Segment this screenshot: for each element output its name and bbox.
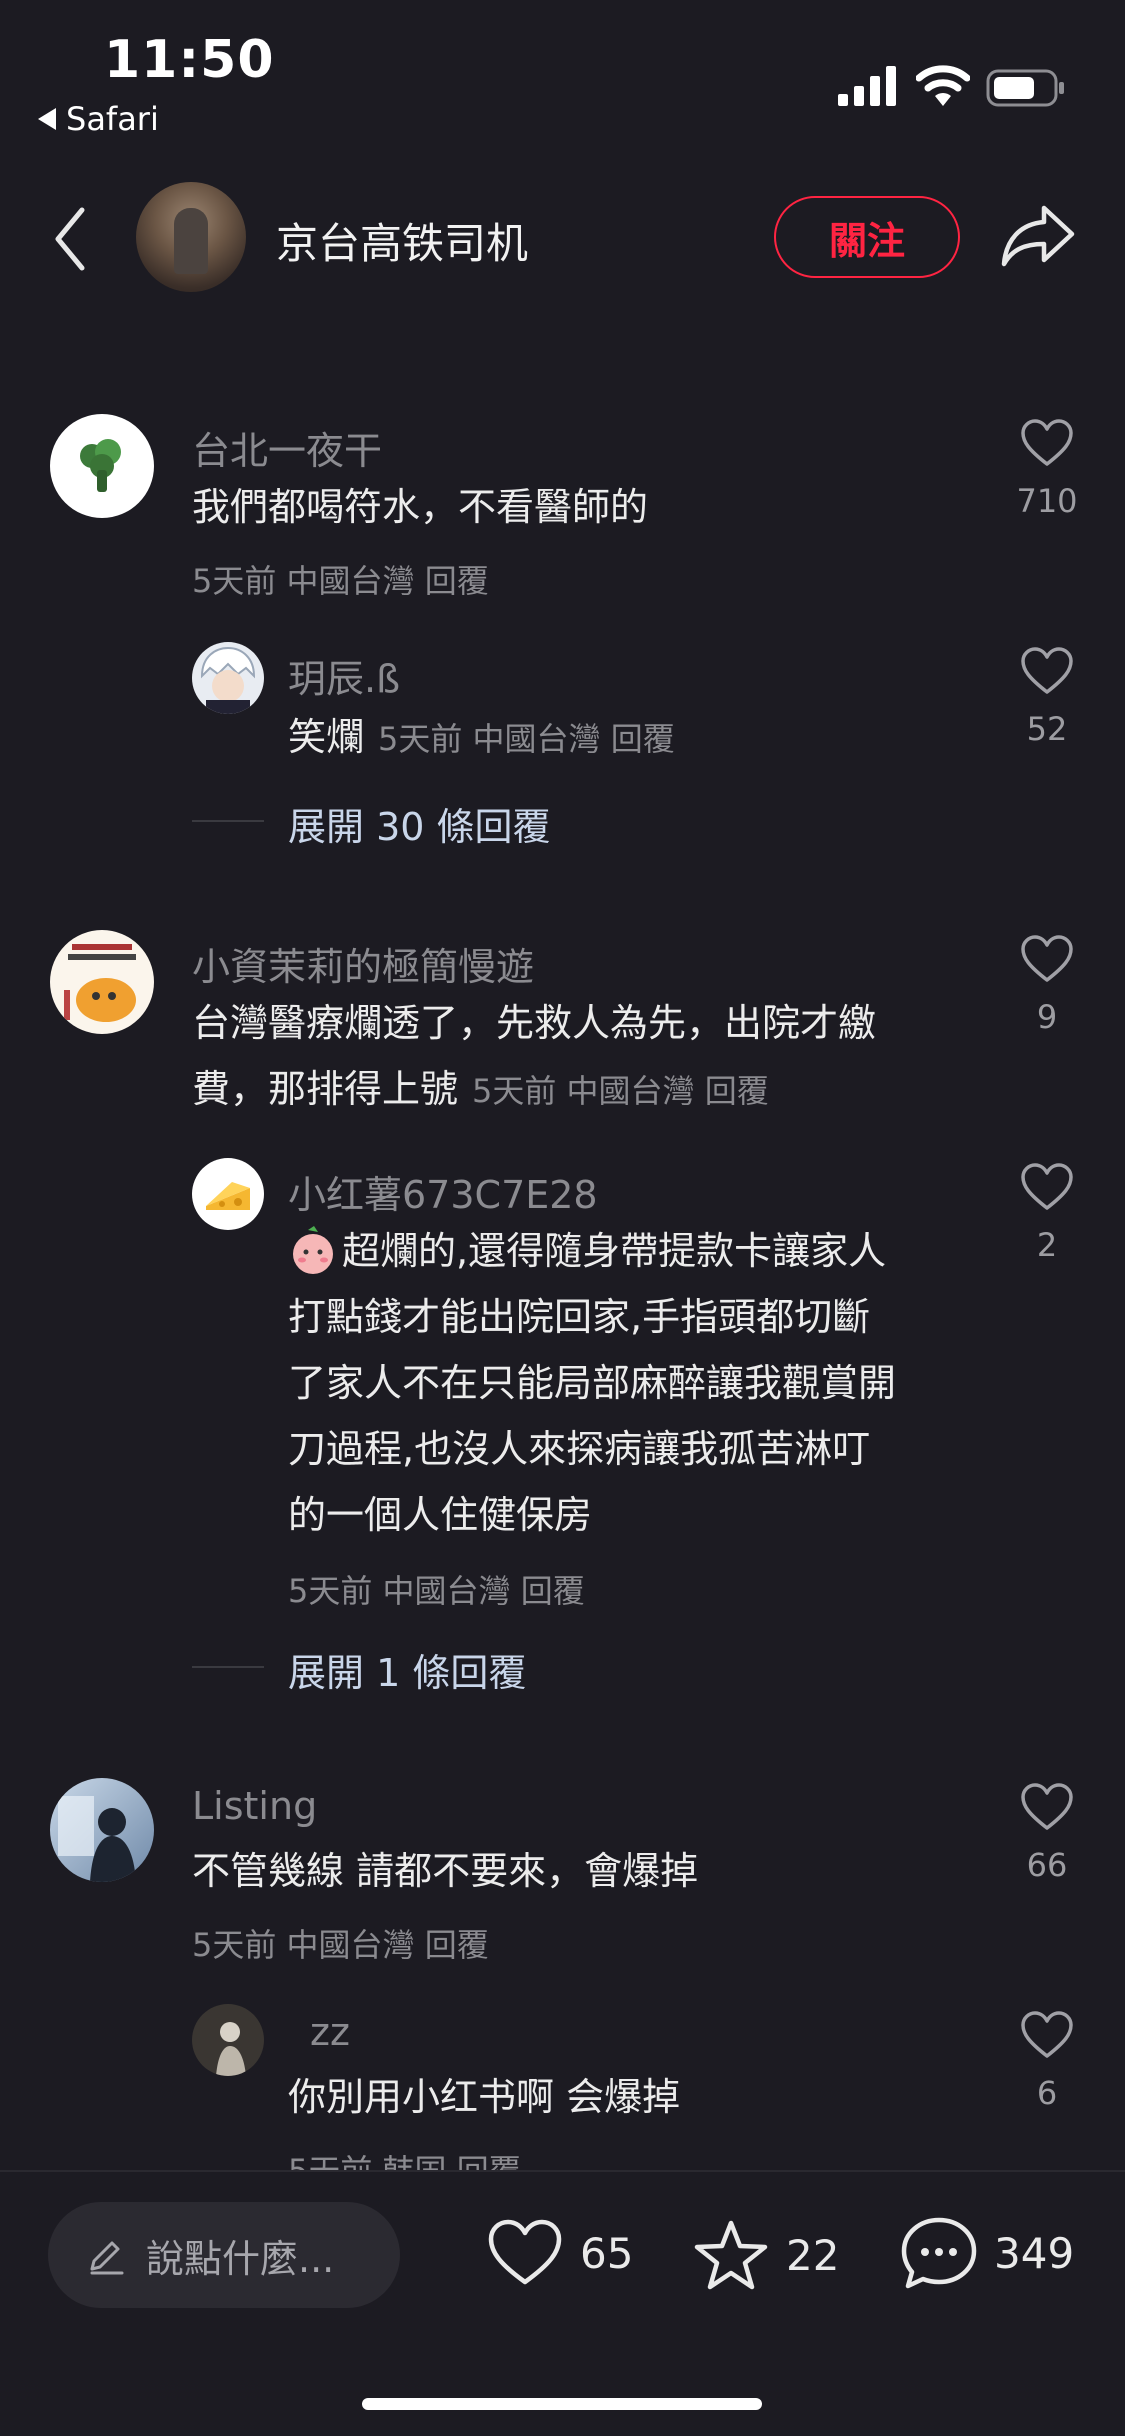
reply-avatar[interactable] [192, 1158, 264, 1230]
emoji-face-icon [293, 1226, 333, 1274]
reply-text-line: 刀過程,也沒人來探病讓我孤苦淋叮 [288, 1427, 871, 1471]
comment-like-button[interactable]: 66 [1002, 1782, 1092, 1884]
heart-icon [1021, 2011, 1073, 2058]
reply-text-line: 打點錢才能出院回家,手指頭都切斷 [288, 1295, 871, 1339]
cheese-icon [206, 1182, 250, 1210]
comment-text-line: 費，那排得上號 [192, 1067, 459, 1111]
post-like-count: 65 [580, 2228, 634, 2278]
heart-icon [1021, 1163, 1073, 1210]
comment-body-line2: 費，那排得上號 5天前 中國台灣 回覆 [192, 1056, 769, 1122]
cat-cartoon-icon [64, 944, 136, 1022]
reply-username[interactable]: zz [310, 2010, 350, 2054]
reply-text: 你別用小红书啊 会爆掉 [288, 2075, 681, 2119]
post-comment-count: 349 [994, 2228, 1075, 2278]
comment-text-line: 台灣醫療爛透了，先救人為先，出院才繳 [192, 1001, 877, 1045]
comment-input-placeholder: 說點什麼... [146, 2236, 335, 2281]
back-to-app-button[interactable]: Safari [38, 100, 159, 138]
like-count: 52 [1026, 710, 1068, 748]
comment-username[interactable]: 台北一夜干 [192, 420, 382, 475]
comment-username[interactable]: Listing [192, 1784, 317, 1828]
pencil-icon [90, 2241, 124, 2275]
comment-text: 我們都喝符水，不看醫師的 [192, 485, 649, 529]
reply-body: 笑爛 5天前 中國台灣 回覆 [288, 704, 675, 770]
back-triangle-icon [38, 108, 56, 130]
reply-meta[interactable]: 5天前 中國台灣 回覆 [378, 714, 675, 760]
like-count: 66 [1026, 1846, 1068, 1884]
reply-avatar[interactable] [192, 642, 264, 714]
battery-icon [986, 69, 1064, 107]
back-chevron-icon[interactable] [50, 204, 90, 274]
wifi-icon [916, 65, 970, 106]
broccoli-icon [80, 439, 121, 492]
star-icon [694, 2220, 768, 2290]
like-count: 9 [1036, 998, 1058, 1036]
reply-username[interactable]: 玥辰.ß [288, 648, 400, 703]
comment-post-button[interactable]: 349 [900, 2216, 1074, 2290]
comment-avatar[interactable] [50, 1778, 154, 1882]
author-avatar[interactable] [136, 182, 246, 292]
comment-meta[interactable]: 5天前 中國台灣 回覆 [192, 1920, 489, 1966]
comment-like-button[interactable]: 710 [1002, 418, 1092, 520]
reply-text: 笑爛 [288, 715, 365, 759]
expand-divider [192, 820, 264, 822]
chat-bubble-icon [901, 2217, 977, 2289]
follow-button[interactable]: 關注 [774, 196, 960, 278]
anime-avatar-icon [200, 646, 256, 714]
like-count: 6 [1036, 2074, 1058, 2112]
expand-replies-link[interactable]: 展開 30 條回覆 [288, 796, 551, 851]
bottom-divider [0, 2170, 1125, 2172]
silhouette-photo-icon [58, 1796, 136, 1882]
heart-icon [1021, 935, 1073, 982]
heart-icon [1021, 419, 1073, 466]
reply-username[interactable]: 小红薯673C7E28 [288, 1164, 598, 1219]
comment-meta[interactable]: 5天前 中國台灣 回覆 [472, 1066, 769, 1112]
reply-like-button[interactable]: 2 [1002, 1162, 1092, 1264]
reply-text-line: 超爛的,還得隨身帶提款卡讓家人 [342, 1229, 887, 1273]
like-post-button[interactable]: 65 [486, 2218, 633, 2288]
heart-icon [1021, 647, 1073, 694]
author-name[interactable]: 京台高铁司机 [276, 210, 528, 271]
cellular-signal-icon [838, 66, 896, 106]
heart-icon [1021, 1783, 1073, 1830]
comment-avatar[interactable] [50, 414, 154, 518]
status-time: 11:50 [104, 30, 275, 90]
post-star-count: 22 [786, 2230, 840, 2280]
expand-divider [192, 1666, 264, 1668]
share-icon[interactable] [1000, 202, 1076, 268]
comment-username[interactable]: 小資茉莉的極簡慢遊 [192, 936, 534, 991]
comment-meta[interactable]: 5天前 中國台灣 回覆 [192, 556, 489, 602]
reply-like-button[interactable]: 6 [1002, 2010, 1092, 2112]
expand-replies-link[interactable]: 展開 1 條回覆 [288, 1642, 526, 1697]
reply-like-button[interactable]: 52 [1002, 646, 1092, 748]
like-count: 710 [1016, 482, 1078, 520]
comment-avatar[interactable] [50, 930, 154, 1034]
reply-text-line: 了家人不在只能局部麻醉讓我觀賞開 [288, 1361, 897, 1405]
comment-input[interactable]: 說點什麼... [48, 2202, 400, 2308]
heart-icon [488, 2219, 562, 2285]
home-indicator[interactable] [362, 2398, 762, 2410]
reply-text-block: 超爛的,還得隨身帶提款卡讓家人 打點錢才能出院回家,手指頭都切斷 了家人不在只能… [288, 1218, 896, 1548]
comment-like-button[interactable]: 9 [1002, 934, 1092, 1036]
comment-text: 不管幾線 請都不要來，會爆掉 [192, 1849, 699, 1893]
back-app-label: Safari [66, 100, 159, 138]
reply-avatar[interactable] [192, 2004, 264, 2076]
collect-post-button[interactable]: 22 [692, 2218, 839, 2292]
reply-meta[interactable]: 5天前 中國台灣 回覆 [288, 1566, 585, 1612]
reply-text-line: 的一個人住健保房 [288, 1493, 593, 1537]
like-count: 2 [1036, 1226, 1058, 1264]
person-photo-icon [216, 2022, 246, 2076]
